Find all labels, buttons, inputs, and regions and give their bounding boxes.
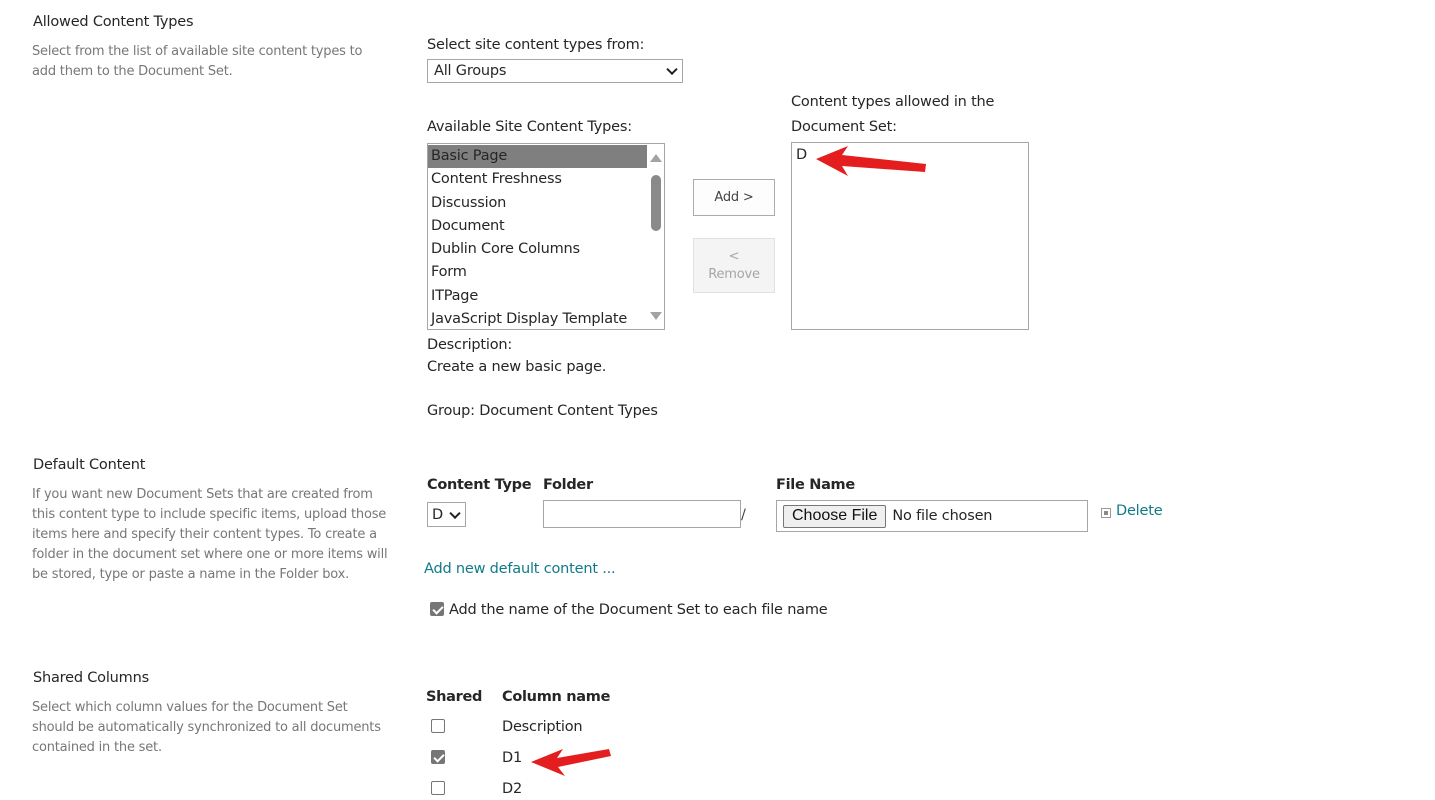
group-text: Group: Document Content Types [427, 403, 658, 419]
content-type-select-value: D [432, 506, 443, 523]
available-type-option[interactable]: Dublin Core Columns [428, 238, 647, 261]
shared-column-checkbox[interactable] [431, 719, 445, 733]
listbox-scrollbar[interactable] [647, 144, 664, 329]
group-select[interactable]: All Groups [427, 59, 683, 83]
available-types-listbox[interactable]: Basic Page Content Freshness Discussion Doc… [427, 143, 665, 330]
available-type-option[interactable]: Form [428, 261, 647, 284]
choose-file-button[interactable]: Choose File [783, 504, 887, 528]
col-content-type-header: Content Type [427, 477, 532, 493]
group-select-value: All Groups [434, 63, 507, 79]
remove-button[interactable]: < Remove [693, 238, 775, 293]
available-type-option[interactable]: Discussion [428, 192, 647, 215]
description-label: Description: [427, 337, 513, 353]
col-column-name-header: Column name [502, 689, 611, 705]
add-new-default-content-link[interactable]: Add new default content ... [424, 561, 616, 577]
file-input[interactable]: Choose File No file chosen [776, 500, 1088, 532]
col-folder-header: Folder [543, 477, 593, 493]
remove-button-label: Remove [708, 266, 760, 282]
shared-column-checkbox[interactable] [431, 781, 445, 795]
allowed-types-label-line1: Content types allowed in the [791, 94, 995, 110]
allowed-types-label-line2: Document Set: [791, 119, 897, 135]
shared-columns-description: Select which column values for the Docum… [32, 700, 381, 755]
shared-column-name: D1 [502, 750, 522, 766]
no-file-text: No file chosen [892, 508, 993, 524]
add-button[interactable]: Add > [693, 179, 775, 216]
col-shared-header: Shared [426, 689, 483, 705]
remove-button-arrow: < [728, 248, 740, 264]
shared-columns-title: Shared Columns [33, 670, 149, 686]
annotation-arrow-shape [531, 749, 611, 776]
add-button-label: Add > [714, 190, 754, 205]
col-file-name-header: File Name [776, 477, 855, 493]
scroll-down-arrow-icon[interactable] [650, 312, 662, 320]
delete-link[interactable]: Delete [1116, 503, 1163, 519]
annotation-arrow [531, 749, 611, 776]
allowed-content-types-description: Select from the list of available site c… [32, 44, 363, 79]
shared-column-name: Description [502, 719, 583, 735]
available-type-option[interactable]: Content Freshness [428, 168, 647, 191]
folder-input[interactable] [543, 500, 741, 528]
chevron-down-icon [449, 507, 461, 519]
default-content-description: If you want new Document Sets that are c… [32, 487, 388, 582]
allowed-content-types-title: Allowed Content Types [33, 14, 194, 30]
available-types-label: Available Site Content Types: [427, 119, 632, 135]
available-type-option[interactable]: Document [428, 215, 647, 238]
allowed-type-option[interactable]: D [792, 144, 1028, 167]
select-from-label: Select site content types from: [427, 37, 645, 53]
add-name-checkbox-label: Add the name of the Document Set to each… [449, 602, 828, 618]
folder-separator: / [741, 507, 746, 523]
shared-column-checkbox[interactable] [431, 750, 445, 764]
available-type-option[interactable]: ITPage [428, 285, 647, 308]
chevron-down-icon [666, 63, 678, 76]
available-type-option[interactable]: JavaScript Display Template [428, 308, 647, 329]
description-value: Create a new basic page. [427, 359, 607, 375]
available-type-option[interactable]: Basic Page [428, 145, 647, 169]
default-content-title: Default Content [33, 457, 146, 473]
scroll-thumb[interactable] [651, 175, 661, 231]
add-name-checkbox[interactable] [430, 602, 444, 616]
shared-column-name: D2 [502, 781, 522, 797]
allowed-types-listbox[interactable]: D [791, 142, 1029, 330]
scroll-up-arrow-icon[interactable] [650, 154, 662, 162]
delete-icon[interactable] [1101, 508, 1111, 518]
content-type-select[interactable]: D [427, 502, 466, 527]
